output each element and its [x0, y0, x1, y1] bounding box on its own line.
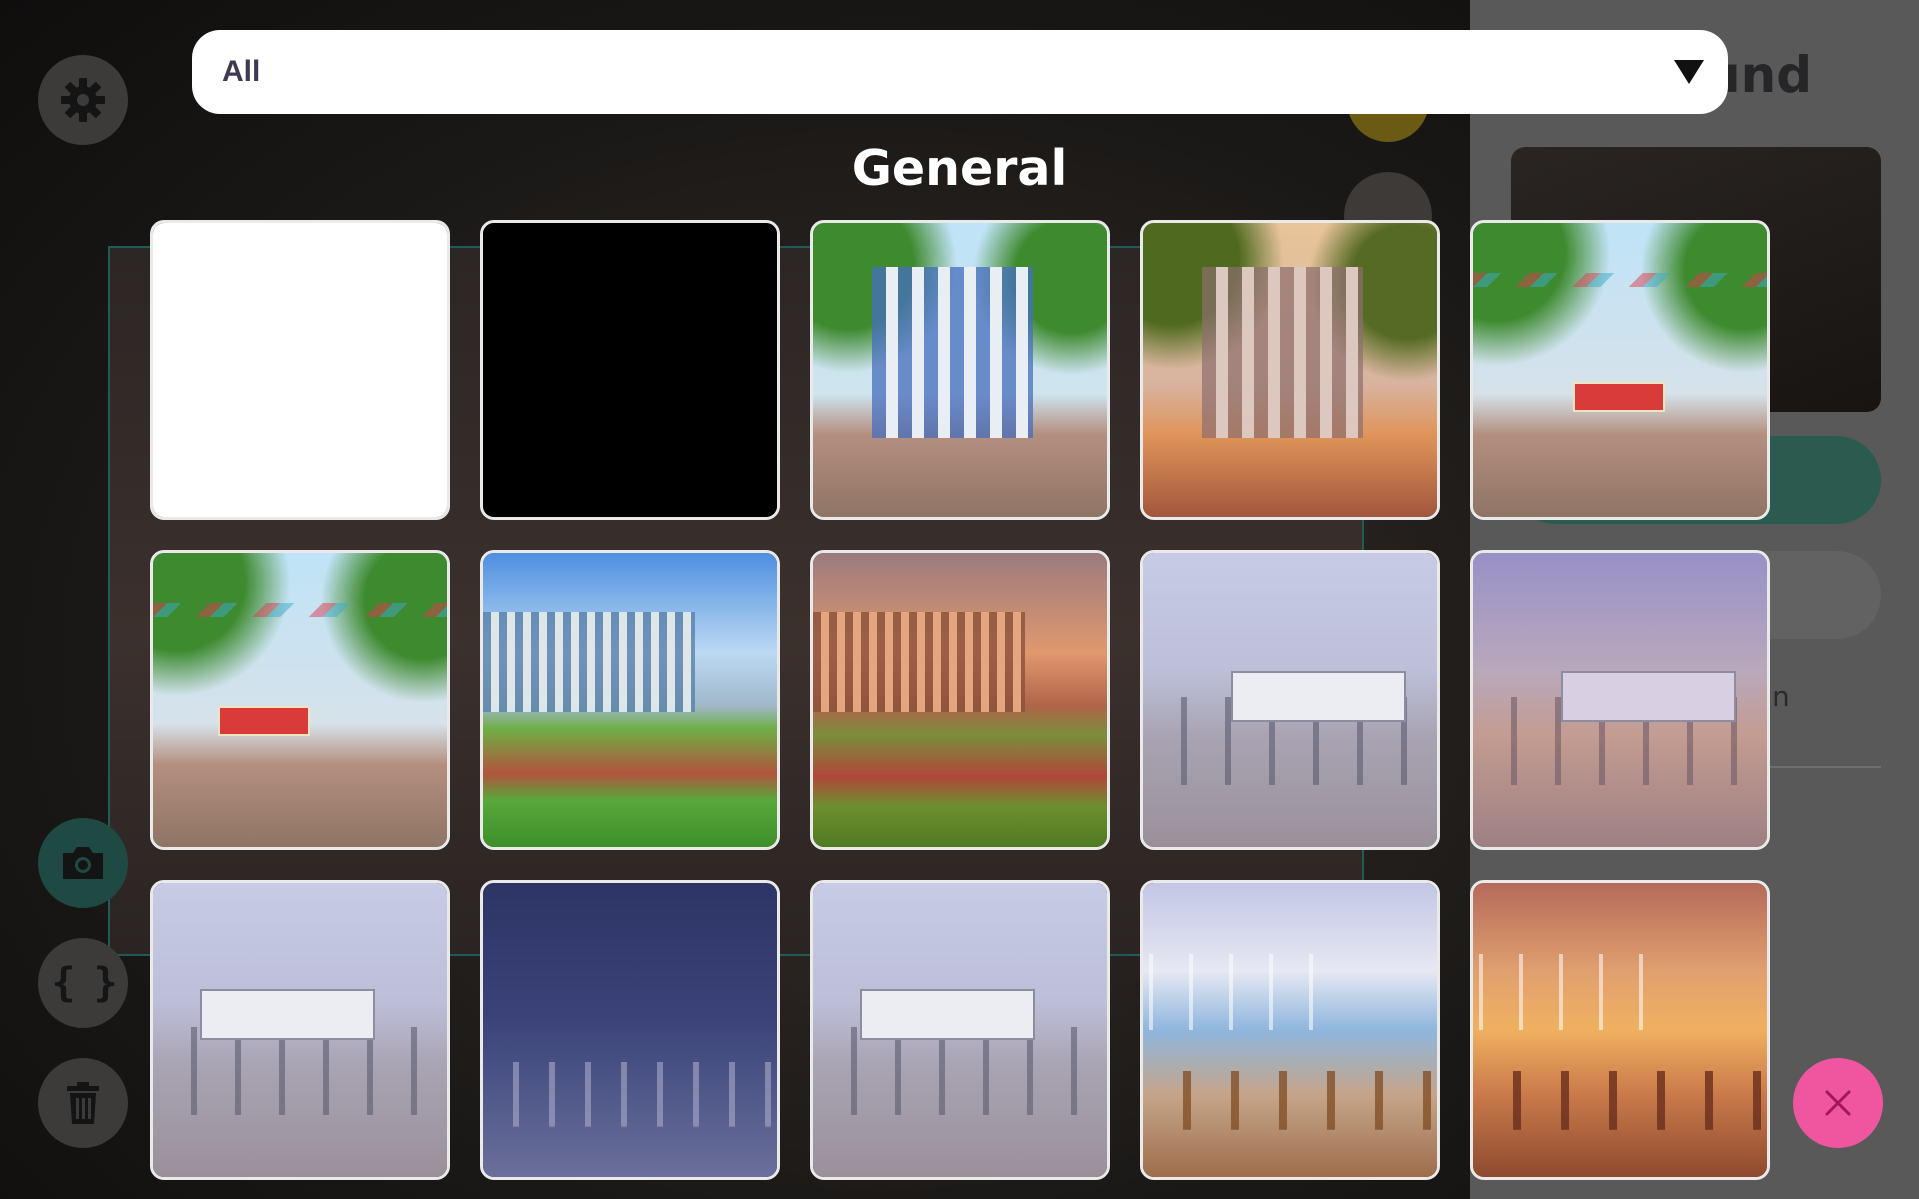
background-tile-school-field-sunset[interactable]	[810, 550, 1110, 850]
section-title: General	[851, 140, 1068, 197]
background-tile-classroom-day[interactable]	[1140, 550, 1440, 850]
background-tile-school-field-day[interactable]	[480, 550, 780, 850]
background-thumbnail	[1473, 883, 1767, 1177]
camera-icon	[63, 847, 103, 879]
background-tile-gym-hall-night[interactable]	[480, 880, 780, 1180]
delete-button[interactable]	[38, 1058, 128, 1148]
background-tile-classroom-front-day-2[interactable]	[810, 880, 1110, 1180]
background-thumbnail	[483, 553, 777, 847]
braces-icon: { }	[51, 960, 117, 1006]
trash-icon	[67, 1082, 99, 1124]
background-thumbnail	[813, 223, 1107, 517]
background-thumbnail	[813, 883, 1107, 1177]
background-thumbnail	[1143, 883, 1437, 1177]
background-tile-classroom-windows-day[interactable]	[1140, 880, 1440, 1180]
close-button[interactable]	[1793, 1058, 1883, 1148]
background-thumbnail	[1473, 553, 1767, 847]
background-tile-school-entrance-day[interactable]	[810, 220, 1110, 520]
settings-button[interactable]	[38, 55, 128, 145]
close-icon	[1825, 1090, 1851, 1116]
background-thumbnail	[1143, 223, 1437, 517]
background-grid	[150, 220, 1770, 1180]
background-tile-school-festival-day[interactable]	[1470, 220, 1770, 520]
background-tile-school-festival-gate[interactable]	[150, 550, 450, 850]
background-thumbnail	[483, 223, 777, 517]
background-thumbnail	[153, 883, 447, 1177]
background-tile-classroom-front-day[interactable]	[150, 880, 450, 1180]
background-tile-classroom-windows-sunset[interactable]	[1470, 880, 1770, 1180]
background-thumbnail	[1473, 223, 1767, 517]
background-thumbnail	[153, 553, 447, 847]
category-select-value: All	[222, 55, 261, 88]
gear-icon	[61, 78, 105, 122]
background-thumbnail	[483, 883, 777, 1177]
chevron-down-icon	[1674, 60, 1704, 84]
background-tile-black[interactable]	[480, 220, 780, 520]
code-button[interactable]: { }	[38, 938, 128, 1028]
background-thumbnail	[1143, 553, 1437, 847]
screenshot-button[interactable]	[38, 818, 128, 908]
background-tile-white[interactable]	[150, 220, 450, 520]
background-tile-classroom-evening[interactable]	[1470, 550, 1770, 850]
category-select[interactable]: All	[192, 30, 1728, 114]
background-thumbnail	[153, 223, 447, 517]
background-tile-school-entrance-sunset[interactable]	[1140, 220, 1440, 520]
background-thumbnail	[813, 553, 1107, 847]
panel-option-text: n	[1772, 680, 1790, 713]
